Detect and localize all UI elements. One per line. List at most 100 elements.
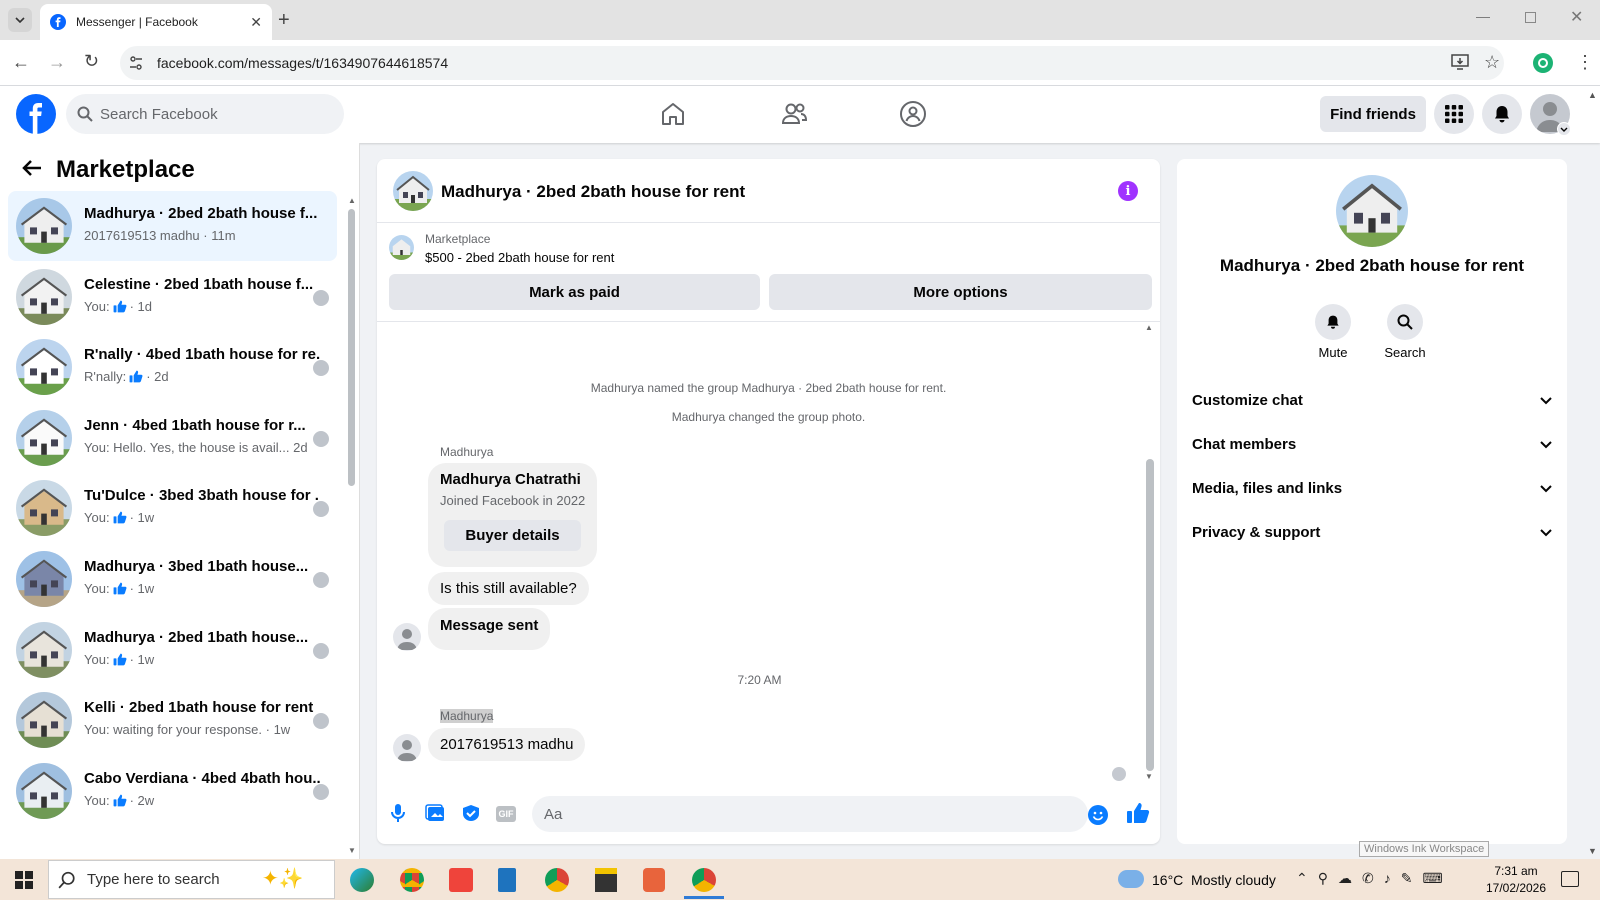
notifications-button[interactable] [1482,94,1522,134]
bookmark-star-icon[interactable]: ☆ [1484,52,1500,73]
details-section-row[interactable]: Privacy & support [1192,524,1552,541]
conversation-item[interactable]: Cabo Verdiana · 4bed 4bath hou... You: · 2… [8,756,337,826]
conversation-item[interactable]: Tu'Dulce · 3bed 3bath house for ... You: ·… [8,473,337,543]
buyer-details-button[interactable]: Buyer details [444,520,581,551]
search-in-chat-button[interactable] [1387,304,1423,340]
home-nav-icon[interactable] [660,101,686,127]
minimize-window-button[interactable]: — [1476,8,1490,24]
messages-scroll-up-arrow[interactable]: ▲ [1145,323,1153,332]
voice-clip-icon[interactable] [390,803,406,823]
more-options-button[interactable]: More options [769,274,1152,310]
conversation-item[interactable]: Jenn · 4bed 1bath house for r... You: Hel… [8,403,337,473]
account-chevron-icon[interactable] [1557,122,1571,136]
weather-text[interactable]: 16°C Mostly cloudy [1152,872,1276,888]
details-section-row[interactable]: Chat members [1192,436,1552,453]
send-like-icon[interactable] [1126,802,1150,824]
info-icon[interactable]: i [1118,181,1138,201]
conversation-item[interactable]: Madhurya · 2bed 1bath house... You: · 1w [8,615,337,685]
conversation-item[interactable]: Madhurya · 2bed 2bath house f... 20176195… [8,191,337,261]
facebook-logo-icon[interactable] [16,94,56,134]
details-group-avatar[interactable] [1336,175,1408,247]
listing-avatar [16,551,72,607]
friends-nav-icon[interactable] [780,101,808,127]
conversation-title: Madhurya · 3bed 1bath house... [84,558,309,575]
conversation-item[interactable]: Madhurya · 3bed 1bath house... You: · 1w [8,544,337,614]
like-icon [113,582,127,595]
details-section-row[interactable]: Media, files and links [1192,480,1552,497]
messages-scrollbar-thumb[interactable] [1146,459,1154,771]
list-scroll-down-arrow[interactable]: ▼ [348,846,356,855]
sticker-icon[interactable] [461,804,481,822]
active-app-indicator [684,896,724,899]
messages-scroll-down-arrow[interactable]: ▼ [1145,772,1153,781]
emoji-icon[interactable] [1088,805,1108,825]
tab-list-button[interactable] [8,8,32,32]
tab-close-icon[interactable]: ✕ [250,14,262,31]
listing-avatar [16,268,72,325]
list-scrollbar-thumb[interactable] [348,209,355,486]
conversation-preview: You: · 1w [84,581,154,596]
site-info-icon[interactable] [128,55,144,71]
taskbar-date[interactable]: 17/02/2026 [1478,881,1554,895]
system-tray-icons[interactable]: ⌃⚲☁✆♪✎⌨ [1296,870,1453,887]
windows-start-icon[interactable] [15,871,33,889]
install-app-icon[interactable] [1451,54,1469,70]
chat-group-avatar[interactable] [393,171,433,211]
reload-button[interactable]: ↻ [84,51,99,72]
extension-icon[interactable] [1533,53,1553,73]
sender-avatar[interactable] [393,623,421,651]
like-icon [113,300,127,312]
new-tab-button[interactable]: + [278,9,290,32]
facebook-search-input[interactable]: Search Facebook [66,94,344,134]
conversation-title: R'nally · 4bed 1bath house for re... [84,346,320,364]
list-scroll-up-arrow[interactable]: ▲ [348,196,356,205]
conversation-item[interactable]: Kelli · 2bed 1bath house for rent You: wa… [8,685,337,755]
listing-avatar [16,621,72,678]
listing-avatar [16,339,72,396]
close-window-button[interactable]: ✕ [1570,7,1583,27]
message-bubble-available: Is this still available? [428,572,589,605]
listing-thumbnail[interactable] [389,235,414,260]
forward-button[interactable]: → [48,52,66,73]
mark-as-paid-button[interactable]: Mark as paid [389,274,760,310]
conversation-item[interactable]: R'nally · 4bed 1bath house for re... R'na… [8,332,337,402]
tab-title: Messenger | Facebook [76,15,198,29]
chat-title[interactable]: Madhurya · 2bed 2bath house for rent [441,182,745,202]
mute-button[interactable] [1315,304,1351,340]
weather-icon[interactable] [1118,870,1144,888]
paint-taskbar-icon[interactable] [643,868,665,892]
menu-grid-button[interactable] [1434,94,1474,134]
listing-avatar [16,409,72,466]
chrome-taskbar-icon[interactable] [400,868,424,892]
browser-tab-messenger[interactable]: Messenger | Facebook ✕ [40,4,272,40]
attach-photo-icon[interactable] [425,804,445,822]
details-section-row[interactable]: Customize chat [1192,392,1552,409]
conversation-item[interactable]: Celestine · 2bed 1bath house f... You: · 1… [8,262,337,332]
conversation-title: Celestine · 2bed 1bath house f... [84,275,314,293]
chrome-active-taskbar-icon[interactable] [692,868,716,892]
message-sent-text: Message sent [440,617,539,634]
conversation-preview: R'nally: · 2d [84,369,169,384]
chevron-down-icon [1540,528,1552,536]
back-button[interactable]: ← [12,52,30,73]
seen-avatar [313,783,329,800]
gif-icon[interactable]: GIF [496,806,516,822]
page-scroll-down-arrow[interactable]: ▼ [1588,846,1597,856]
chrome-profile-taskbar-icon[interactable] [545,868,569,892]
listing-price[interactable]: $500 - 2bed 2bath house for rent [425,250,614,265]
anydesk-taskbar-icon[interactable] [449,868,473,892]
notification-center-icon[interactable] [1561,871,1579,887]
sender-avatar[interactable] [393,734,421,762]
taskbar-time[interactable]: 7:31 am [1486,864,1546,878]
find-friends-button[interactable]: Find friends [1320,96,1426,132]
calculator-taskbar-icon[interactable] [498,868,516,892]
edge-taskbar-icon[interactable] [350,868,374,892]
browser-menu-icon[interactable]: ⋮ [1576,52,1594,73]
facebook-favicon-icon [50,14,66,30]
message-composer-input[interactable]: Aa [532,796,1088,832]
page-scroll-up-arrow[interactable]: ▲ [1588,90,1597,100]
sticky-notes-taskbar-icon[interactable] [595,868,617,892]
message-bubble-phone: 2017619513 madhu [428,728,586,761]
groups-nav-icon[interactable] [899,100,927,128]
restore-window-button[interactable] [1525,12,1536,23]
